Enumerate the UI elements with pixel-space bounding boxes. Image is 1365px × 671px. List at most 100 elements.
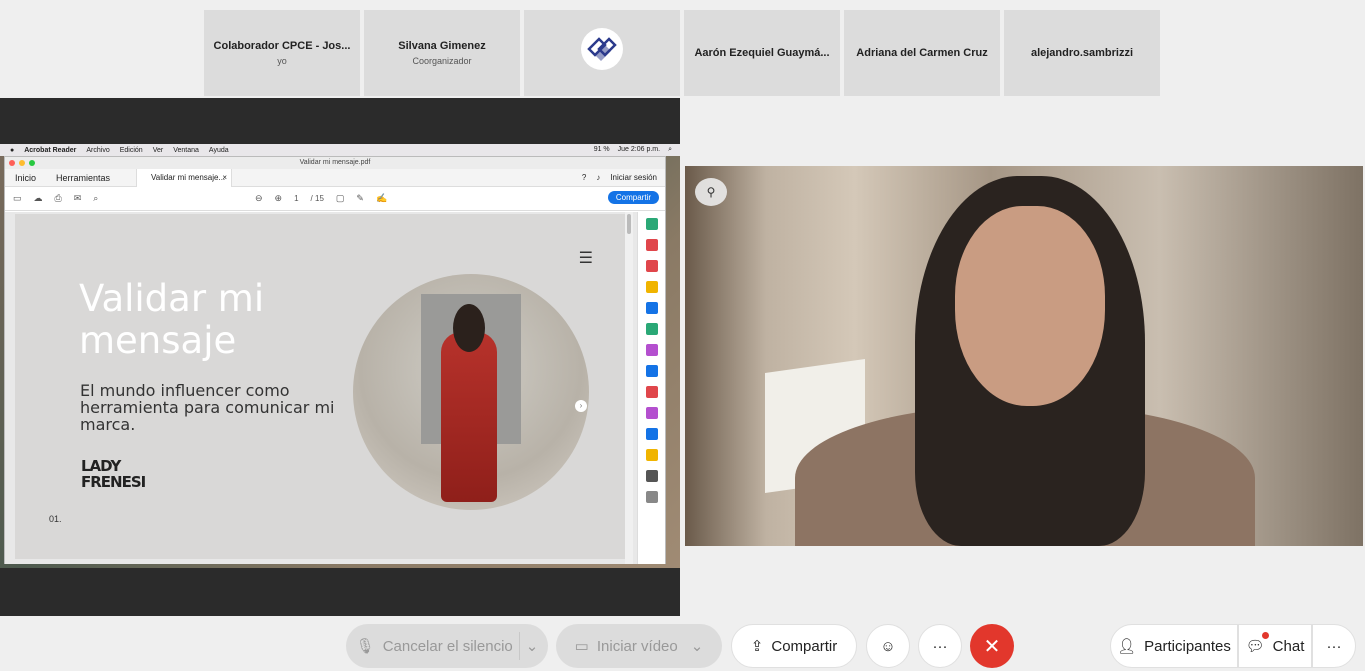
comment-icon: ▢: [335, 193, 345, 203]
chat-label: Chat: [1272, 637, 1305, 655]
slide-page-number: 01.: [49, 514, 62, 524]
unmute-label: Cancelar el silencio: [382, 637, 513, 655]
participant-name: Aarón Ezequiel Guaymá...: [694, 47, 830, 59]
smile-icon: ☺: [880, 637, 896, 655]
acrobat-tabs: Inicio Herramientas Validar mi mensaje..…: [5, 168, 665, 187]
acrobat-window: Validar mi mensaje.pdf Inicio Herramient…: [4, 156, 666, 564]
zoom-icon: ⌕: [93, 193, 99, 203]
share-icon: ⇪: [750, 638, 764, 655]
edit-icon: [645, 323, 658, 335]
document-area: Validar mi mensaje El mundo influencer c…: [5, 212, 641, 564]
comment-tool-icon: [645, 281, 658, 293]
menu-clock: Jue 2:06 p.m.: [617, 146, 661, 153]
camera-off-icon: ▭: [574, 638, 589, 655]
photo-red-dress: [441, 332, 497, 502]
participant-name: Silvana Gimenez: [398, 40, 486, 52]
slide-title-line: mensaje: [79, 319, 237, 362]
menu-item: Archivo: [86, 146, 110, 154]
shared-desktop: ● Acrobat Reader Archivo Edición Ver Ven…: [0, 144, 680, 568]
leave-meeting-button[interactable]: ✕: [970, 624, 1014, 668]
tab-home: Inicio: [15, 172, 37, 183]
participant-name: alejandro.sambrizzi: [1030, 47, 1134, 59]
organization-logo: [581, 28, 623, 70]
save-icon: ▭: [13, 193, 22, 203]
signin-link: Iniciar sesión: [610, 173, 657, 182]
export-pdf-icon: [645, 218, 658, 230]
start-video-button[interactable]: ▭ Iniciar vídeo ⌄: [556, 624, 722, 668]
menu-item: Ayuda: [208, 146, 229, 154]
brand-line: LADY: [81, 457, 121, 475]
page-down-icon: ⊕: [274, 193, 283, 203]
unmute-button[interactable]: 🎙︎ Cancelar el silencio ⌄: [346, 624, 548, 668]
chevron-down-icon[interactable]: ⌄: [691, 637, 704, 655]
participant-strip: Colaborador CPCE - Jos... yo Silvana Gim…: [204, 10, 1160, 96]
reactions-button[interactable]: ☺: [866, 624, 910, 668]
slide-subtitle: El mundo influencer como herramienta par…: [80, 381, 335, 434]
close-icon: ✕: [983, 635, 1001, 658]
menu-item: Ver: [152, 146, 164, 154]
next-arrow-icon: ›: [575, 400, 587, 412]
help-icon: ?: [581, 173, 587, 182]
video-person-face: [955, 206, 1105, 406]
photo-hair: [453, 304, 485, 352]
slide-photo: [353, 274, 589, 510]
protect-icon: [645, 365, 658, 377]
mail-icon: ✉: [73, 193, 82, 203]
slide-page: Validar mi mensaje El mundo influencer c…: [15, 214, 625, 559]
mac-menu-bar: ● Acrobat Reader Archivo Edición Ver Ven…: [0, 144, 680, 156]
menu-item: Ventana: [173, 146, 199, 154]
right-tools-panel: [637, 212, 665, 564]
start-video-label: Iniciar vídeo: [596, 637, 678, 655]
brand-line: FRENESI: [81, 473, 146, 491]
participants-label: Participantes: [1144, 637, 1231, 655]
participant-tile[interactable]: Colaborador CPCE - Jos... yo: [204, 10, 360, 96]
shared-screen: ● Acrobat Reader Archivo Edición Ver Ven…: [0, 98, 680, 616]
participant-tile[interactable]: Silvana Gimenez Coorganizador: [364, 10, 520, 96]
page-total: / 15: [310, 194, 324, 203]
participant-tile[interactable]: Aarón Ezequiel Guaymá...: [684, 10, 840, 96]
share-button[interactable]: ⇪ Compartir: [731, 624, 857, 668]
compress-icon: [645, 386, 658, 398]
upload-icon: ☁: [33, 193, 43, 203]
minimize-window-dot-icon: [19, 160, 25, 166]
pin-icon[interactable]: ⚲: [695, 178, 727, 206]
request-sign-icon: [645, 407, 658, 419]
participant-name: Adriana del Carmen Cruz: [856, 47, 988, 59]
participants-button[interactable]: 👤︎ Participantes: [1110, 624, 1238, 668]
slide-title: Validar mi mensaje: [79, 278, 264, 362]
tab-tools: Herramientas: [56, 172, 111, 183]
participant-tile[interactable]: Adriana del Carmen Cruz: [844, 10, 1000, 96]
acrobat-toolbar: ▭ ☁ ⎙ ✉ ⌕ ⊖ ⊕ 1 / 15 ▢ ✎ ✍ Compartir: [5, 187, 665, 211]
pen-icon: ✎: [356, 193, 364, 203]
close-icon: ×: [222, 172, 228, 182]
participant-name: Colaborador CPCE - Jos...: [213, 40, 351, 52]
microphone-muted-icon: 🎙︎: [355, 638, 375, 655]
measure-icon: [645, 428, 658, 440]
participant-tile[interactable]: alejandro.sambrizzi: [1004, 10, 1160, 96]
participant-tile[interactable]: [524, 10, 680, 96]
apple-icon: ●: [10, 146, 15, 154]
menu-item: Edición: [119, 146, 143, 154]
page-up-icon: ⊖: [255, 193, 263, 203]
participant-role: Coorganizador: [412, 56, 472, 66]
tab-document-label: Validar mi mensaje...: [151, 172, 226, 182]
chat-button[interactable]: 💬︎ Chat: [1238, 624, 1312, 668]
combine-icon: [645, 302, 658, 314]
window-title: Validar mi mensaje.pdf: [299, 159, 371, 166]
acrobat-share-button: Compartir: [607, 191, 659, 204]
chevron-down-icon[interactable]: ⌄: [526, 637, 539, 655]
share-label: Compartir: [615, 193, 651, 202]
fill-sign-icon: [645, 344, 658, 356]
document-scrollbar: [625, 212, 633, 564]
sign-icon: ✍: [375, 193, 388, 203]
maximize-window-dot-icon: [29, 160, 35, 166]
menu-app-name: Acrobat Reader: [24, 146, 77, 154]
slide-title-line: Validar mi: [79, 277, 265, 320]
more-options-button[interactable]: ···: [918, 624, 962, 668]
organize-icon: [645, 260, 658, 272]
brand-logo: LADY FRENESI: [81, 457, 146, 491]
tab-document: Validar mi mensaje... ×: [136, 168, 233, 187]
chat-bubble-icon: 💬︎: [1245, 638, 1265, 655]
speaker-video: ⚲: [685, 166, 1363, 546]
panel-more-button[interactable]: ···: [1312, 624, 1356, 668]
